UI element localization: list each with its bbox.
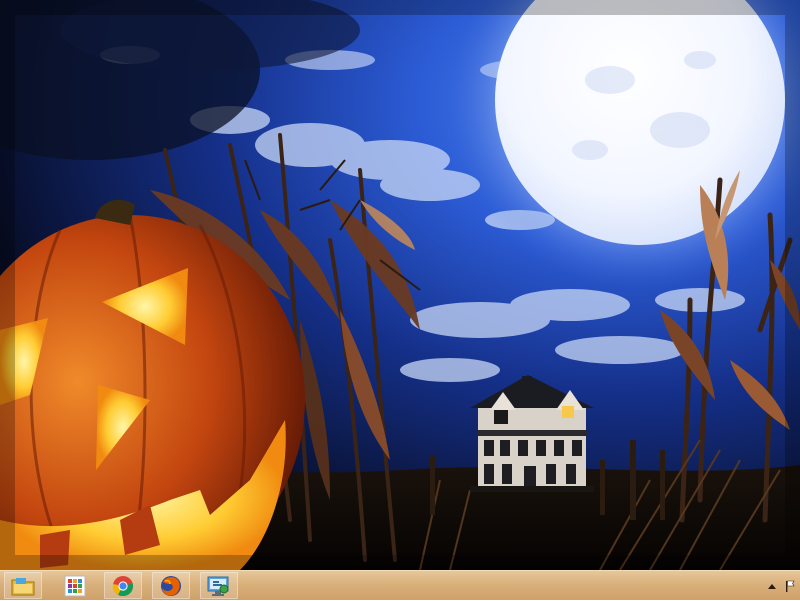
taskbar-control-panel-button[interactable] xyxy=(200,572,238,599)
chevron-up-icon xyxy=(768,584,776,589)
system-tray xyxy=(766,571,796,601)
control-panel-icon xyxy=(207,576,229,596)
desktop-wallpaper xyxy=(0,0,800,570)
taskbar-file-explorer-button[interactable] xyxy=(4,572,42,599)
start-tiles-icon xyxy=(64,575,86,596)
taskbar-apps-button[interactable] xyxy=(56,572,94,599)
chrome-icon xyxy=(112,575,134,596)
action-center-button[interactable] xyxy=(784,579,796,593)
firefox-icon xyxy=(161,575,181,596)
show-hidden-icons-button[interactable] xyxy=(766,579,778,593)
action-center-flag-icon xyxy=(786,580,795,592)
folder-icon xyxy=(11,577,35,595)
halloween-wallpaper-image xyxy=(0,0,800,570)
taskbar-chrome-button[interactable] xyxy=(104,572,142,599)
taskbar-firefox-button[interactable] xyxy=(152,572,190,599)
taskbar xyxy=(0,570,800,600)
